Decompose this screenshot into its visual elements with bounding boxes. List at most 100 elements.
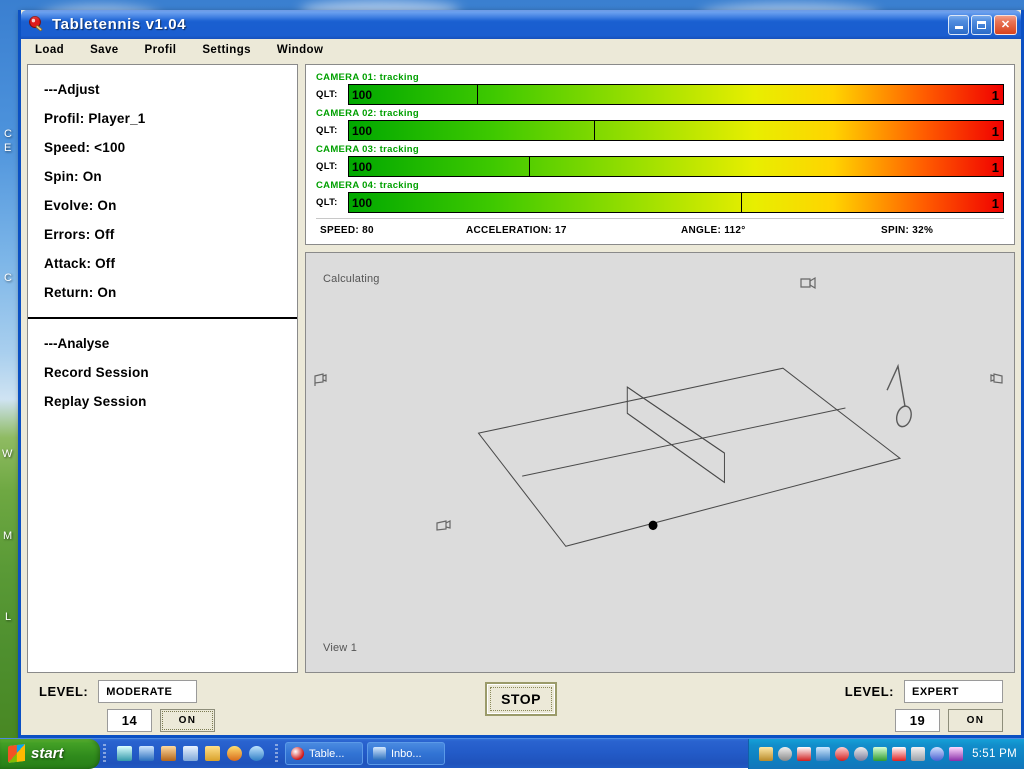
qlt-label: QLT: [316,197,344,208]
tray-icon-ati[interactable] [892,747,906,761]
adjust-section-header: ---Adjust [28,75,297,104]
window-controls: ✕ [948,15,1017,35]
sidebar-item-speed[interactable]: Speed: <100 [28,133,297,162]
right-level-number-field[interactable]: 19 [895,709,940,732]
sidebar-item-replay-session[interactable]: Replay Session [28,387,297,416]
camera-quality-row: QLT: 100 1 [316,156,1004,177]
camera-label: CAMERA 04: tracking [316,180,1004,191]
task-button-tabletennis[interactable]: Table... [285,742,363,765]
mail-icon [373,747,386,760]
sidebar-item-evolve[interactable]: Evolve: On [28,191,297,220]
menu-item-window[interactable]: Window [275,43,325,57]
camera-quality-max: 1 [992,159,999,176]
sidebar-item-profil[interactable]: Profil: Player_1 [28,104,297,133]
work-area: ---Adjust Profil: Player_1 Speed: <100 S… [21,60,1021,673]
show-desktop-icon[interactable] [117,746,132,761]
camera-quality-bar[interactable]: 1001 [348,120,1004,141]
camera-quality-row: QLT:1001 [316,84,1004,105]
menu-item-settings[interactable]: Settings [200,43,253,57]
tray-icon-disc[interactable] [778,747,792,761]
notepad-icon[interactable] [183,746,198,761]
folder-icon[interactable] [205,746,220,761]
taskbar-clock[interactable]: 5:51 PM [972,748,1017,760]
paint-icon[interactable] [161,746,176,761]
qlt-label: QLT: [316,125,344,136]
camera-quality-row: QLT: 1001 [316,192,1004,213]
sidebar-item-record-session[interactable]: Record Session [28,358,297,387]
camera-quality-marker [529,157,530,176]
menu-bar: Load Save Profil Settings Window [21,39,1021,60]
system-tray: 5:51 PM [748,739,1024,769]
camera-quality-value: 100 [352,159,372,176]
window-title: Tabletennis v1.04 [52,16,186,33]
left-toggle-button[interactable]: ON [160,709,215,732]
minimize-button[interactable] [948,15,969,35]
camera-label: CAMERA 03: tracking [316,144,1004,155]
menu-item-profil[interactable]: Profil [143,43,179,57]
mail-icon[interactable] [139,746,154,761]
camera-quality-bar[interactable]: 1001 [348,84,1004,105]
camera-quality-bar[interactable]: 100 1 [348,156,1004,177]
3d-viewport[interactable]: Calculating View 1 [305,252,1015,673]
sidebar-item-spin[interactable]: Spin: On [28,162,297,191]
tray-icon-scanner[interactable] [759,747,773,761]
tray-icon-messenger[interactable] [930,747,944,761]
right-toggle-button[interactable]: ON [948,709,1003,732]
left-level-number-field[interactable]: 14 [107,709,152,732]
application-window: Tabletennis v1.04 ✕ Load Save Profil Set… [18,10,1024,738]
menu-item-save[interactable]: Save [88,43,120,57]
tray-icon-sound[interactable] [854,747,868,761]
sidebar: ---Adjust Profil: Player_1 Speed: <100 S… [27,64,298,673]
tray-icon-update[interactable] [835,747,849,761]
left-level-name-field[interactable]: MODERATE [98,680,197,703]
camera-quality-max: 1 [992,87,999,104]
desktop-icon-label: L [5,611,11,623]
stop-button[interactable]: STOP [485,682,557,716]
menu-item-load[interactable]: Load [33,43,66,57]
desktop-icon-label: E [4,142,11,154]
window-titlebar[interactable]: Tabletennis v1.04 ✕ [21,10,1021,39]
start-button-label: start [31,745,64,762]
media-player-icon[interactable] [227,746,242,761]
internet-explorer-icon[interactable] [249,746,264,761]
telemetry-stats-row: SPEED: 80 ACCELERATION: 17 ANGLE: 112° S… [316,218,1004,238]
camera-row: CAMERA 01: trackingQLT:1001 [316,72,1004,105]
tray-icon-network[interactable] [816,747,830,761]
maximize-button[interactable] [971,15,992,35]
sidebar-item-attack[interactable]: Attack: Off [28,249,297,278]
right-column: CAMERA 01: trackingQLT:1001 CAMERA 02: tr… [305,64,1015,673]
taskbar-separator [103,744,106,764]
analyse-section: ---Analyse Record Session Replay Session [28,319,297,426]
start-button[interactable]: start [0,739,100,769]
desktop-icon-label: C [4,128,12,140]
qlt-label: QLT: [316,161,344,172]
task-button-label: Table... [309,748,344,760]
racket-icon [887,366,914,429]
camera-quality-value: 100 [352,195,372,212]
task-button-list: Table... Inbo... [285,742,445,765]
quick-launch-bar [109,746,272,761]
camera-row: CAMERA 04: tracking QLT: 1001 [316,180,1004,213]
camera-list: CAMERA 01: trackingQLT:1001 CAMERA 02: tr… [316,72,1004,213]
table-wireframe [306,253,1014,672]
ball [649,521,658,530]
camera-label: CAMERA 02: tracking [316,108,1004,119]
camera-quality-bar[interactable]: 1001 [348,192,1004,213]
tray-icon-mouse[interactable] [911,747,925,761]
close-icon[interactable]: ✕ [994,15,1017,35]
right-level-caption: LEVEL: [845,684,894,699]
right-level-name-field[interactable]: EXPERT [904,680,1003,703]
task-button-label: Inbo... [391,748,422,760]
sidebar-item-return[interactable]: Return: On [28,278,297,307]
tray-icon-misc[interactable] [949,747,963,761]
camera-row: CAMERA 02: tracking QLT: 1001 [316,108,1004,141]
stat-acceleration: ACCELERATION: 17 [466,225,681,236]
stat-speed: SPEED: 80 [316,225,466,236]
tray-icon-app[interactable] [873,747,887,761]
camera-quality-row: QLT: 1001 [316,120,1004,141]
sidebar-item-errors[interactable]: Errors: Off [28,220,297,249]
task-button-inbox[interactable]: Inbo... [367,742,445,765]
tray-icon-shield[interactable] [797,747,811,761]
camera-row: CAMERA 03: tracking QLT: 100 1 [316,144,1004,177]
camera-quality-marker [477,85,478,104]
